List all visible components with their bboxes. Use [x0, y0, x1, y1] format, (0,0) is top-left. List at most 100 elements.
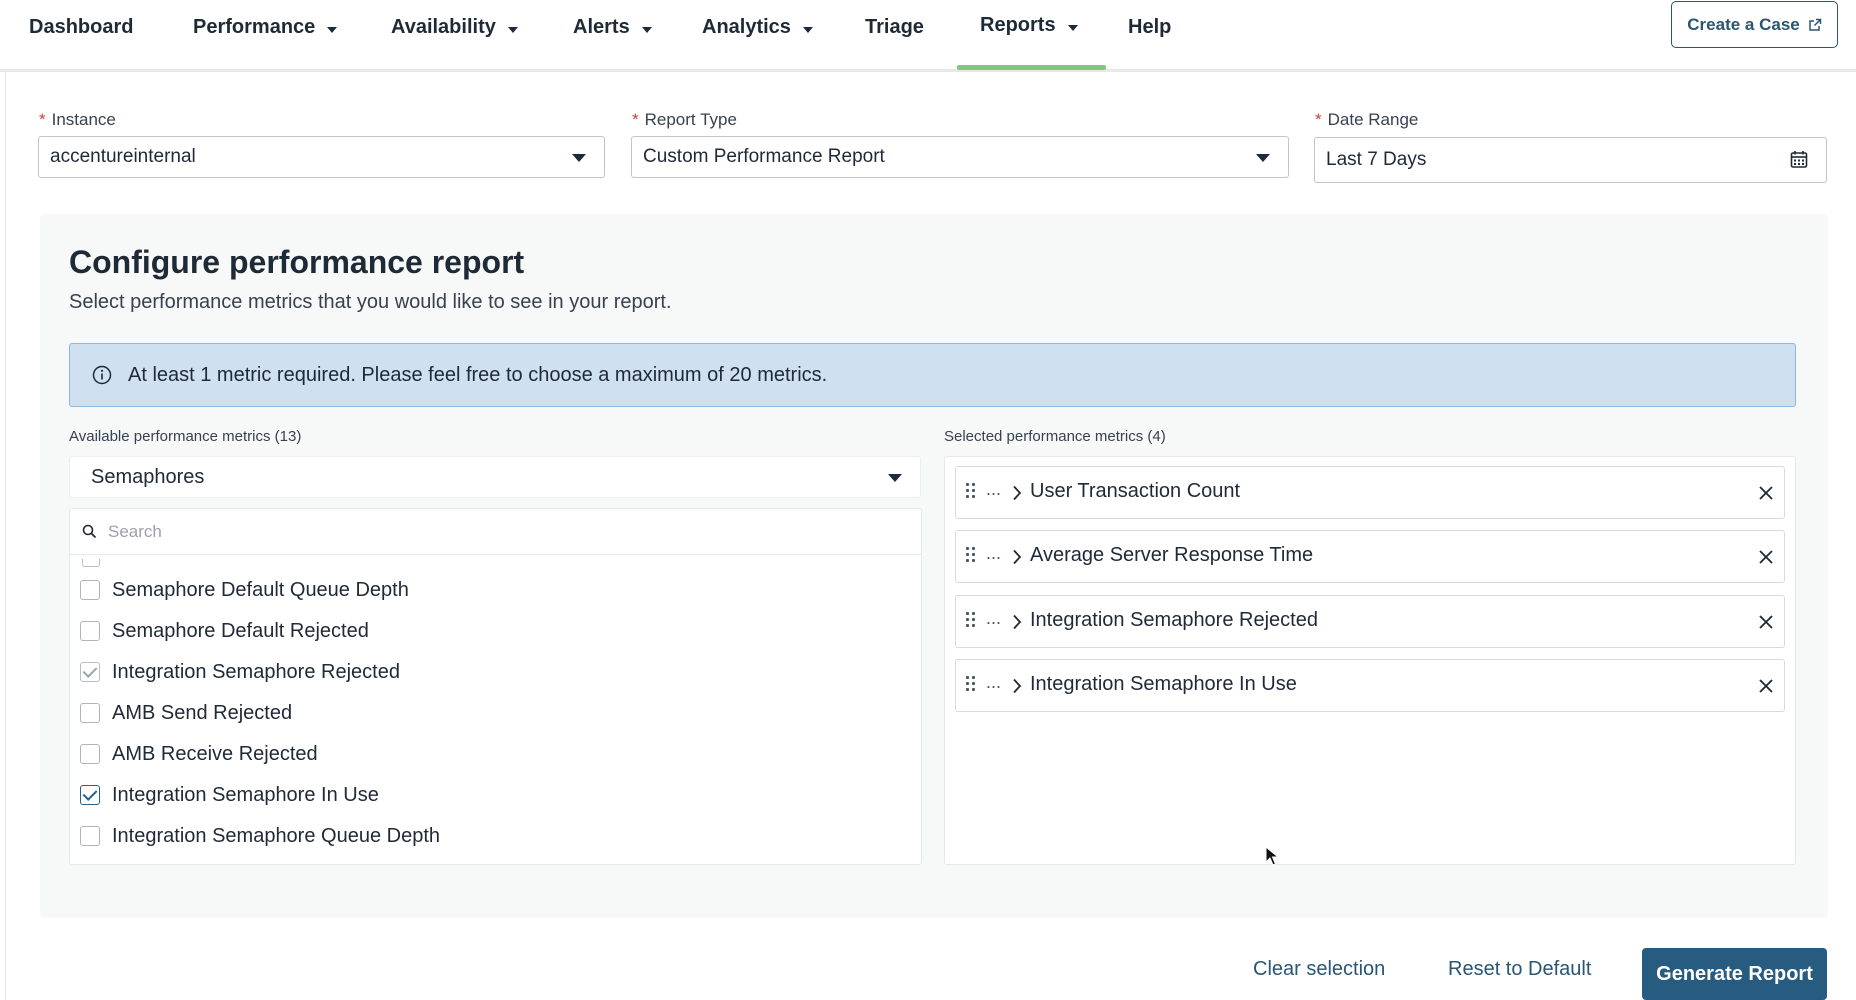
close-icon[interactable]	[1754, 674, 1778, 698]
metric-row[interactable]: Semaphore Default Queue Depth	[70, 572, 921, 608]
drag-handle-icon[interactable]	[966, 483, 976, 501]
available-metrics-list[interactable]: Semaphore Default Queue Depth Semaphore …	[69, 508, 922, 865]
metric-category-select[interactable]: Semaphores	[69, 456, 921, 498]
selected-metric-label: Integration Semaphore Rejected	[1030, 609, 1318, 631]
nav-triage[interactable]: Triage	[865, 0, 924, 54]
ellipsis-icon[interactable]: ...	[986, 479, 1001, 500]
checkbox[interactable]	[80, 621, 100, 641]
create-case-button[interactable]: Create a Case	[1671, 1, 1838, 48]
metric-row[interactable]: AMB Send Rejected	[70, 695, 921, 731]
date-range-label: * Date Range	[1315, 110, 1418, 130]
create-case-label: Create a Case	[1687, 14, 1800, 34]
metric-row[interactable]: Integration Semaphore Queue Depth	[70, 818, 921, 854]
metric-row[interactable]: AMB Receive Rejected	[70, 736, 921, 772]
checkbox[interactable]	[80, 826, 100, 846]
checkbox-checked[interactable]	[80, 662, 100, 682]
selected-metric-item[interactable]: ... User Transaction Count	[955, 466, 1785, 519]
instance-label: * Instance	[39, 110, 116, 130]
drag-handle-icon[interactable]	[966, 676, 976, 694]
drag-handle-icon[interactable]	[966, 612, 976, 630]
reset-to-default-button[interactable]: Reset to Default	[1448, 958, 1591, 981]
caret-down-icon	[641, 27, 652, 33]
required-marker: *	[39, 110, 46, 129]
nav-performance[interactable]: Performance	[193, 0, 338, 54]
nav-help-label: Help	[1128, 15, 1172, 38]
instance-select[interactable]: accentureinternal	[38, 136, 605, 178]
instance-label-text: Instance	[51, 110, 116, 129]
chevron-right-icon[interactable]	[1012, 614, 1022, 630]
nav-analytics[interactable]: Analytics	[702, 0, 813, 54]
panel-title: Configure performance report	[69, 244, 525, 280]
close-icon[interactable]	[1754, 545, 1778, 569]
metric-label: AMB Send Rejected	[112, 701, 293, 724]
close-icon[interactable]	[1754, 481, 1778, 505]
ellipsis-icon[interactable]: ...	[986, 543, 1001, 564]
nav-availability-label: Availability	[391, 15, 496, 38]
date-range-picker[interactable]: Last 7 Days	[1314, 137, 1827, 183]
search-row	[70, 509, 921, 555]
info-banner: At least 1 metric required. Please feel …	[69, 343, 1796, 407]
metric-label: Semaphore Default Rejected	[112, 619, 369, 642]
close-icon[interactable]	[1754, 610, 1778, 634]
nav-performance-label: Performance	[193, 15, 316, 38]
selected-metrics-list: ... User Transaction Count ... Average S…	[944, 456, 1796, 865]
selected-metric-label: Average Server Response Time	[1030, 544, 1314, 566]
chevron-right-icon[interactable]	[1012, 549, 1022, 565]
selected-metrics-label: Selected performance metrics (4)	[944, 428, 1166, 445]
checkbox-partial	[82, 559, 100, 567]
nav-help[interactable]: Help	[1128, 0, 1171, 54]
selected-metric-item[interactable]: ... Average Server Response Time	[955, 530, 1785, 583]
search-icon	[82, 524, 97, 539]
caret-down-icon	[1067, 25, 1078, 31]
generate-report-label: Generate Report	[1656, 962, 1813, 985]
info-icon	[92, 365, 112, 385]
nav-reports[interactable]: Reports	[980, 0, 1078, 52]
nav-alerts-label: Alerts	[573, 15, 630, 38]
calendar-icon[interactable]	[1790, 150, 1808, 169]
metric-row[interactable]: Integration Semaphore Rejected	[70, 654, 921, 690]
date-range-label-text: Date Range	[1327, 110, 1419, 129]
nav-triage-label: Triage	[865, 15, 924, 38]
nav-analytics-label: Analytics	[702, 15, 791, 38]
caret-down-icon	[1256, 154, 1270, 162]
nav-reports-label: Reports	[980, 13, 1056, 36]
caret-down-icon	[802, 27, 813, 33]
nav-availability[interactable]: Availability	[391, 0, 518, 54]
checkbox[interactable]	[80, 744, 100, 764]
checkbox-checked[interactable]	[80, 785, 100, 805]
ellipsis-icon[interactable]: ...	[986, 608, 1001, 629]
selected-metric-item[interactable]: ... Integration Semaphore In Use	[955, 659, 1785, 712]
selected-metric-label: User Transaction Count	[1030, 480, 1241, 502]
generate-report-button[interactable]: Generate Report	[1642, 948, 1827, 1000]
available-metrics-label: Available performance metrics (13)	[69, 428, 302, 445]
report-type-select[interactable]: Custom Performance Report	[631, 136, 1289, 178]
nav-dashboard-label: Dashboard	[29, 15, 134, 38]
mouse-cursor-icon	[1265, 846, 1279, 866]
checkbox[interactable]	[80, 703, 100, 723]
checkbox[interactable]	[80, 580, 100, 600]
top-navigation: Dashboard Performance Availability Alert…	[0, 0, 1856, 72]
metric-row[interactable]: Integration Semaphore In Use	[70, 777, 921, 813]
report-type-label-text: Report Type	[644, 110, 737, 129]
caret-down-icon	[888, 474, 902, 482]
metric-category-value: Semaphores	[91, 465, 205, 488]
nav-dashboard[interactable]: Dashboard	[29, 0, 133, 54]
caret-down-icon	[572, 154, 586, 162]
clear-selection-button[interactable]: Clear selection	[1253, 958, 1385, 981]
metric-label: Integration Semaphore In Use	[112, 783, 379, 806]
panel-subtitle: Select performance metrics that you woul…	[69, 291, 672, 313]
required-marker: *	[632, 110, 639, 129]
metric-label: Semaphore Default Queue Depth	[112, 578, 409, 601]
metric-label: Integration Semaphore Queue Depth	[112, 824, 440, 847]
caret-down-icon	[507, 27, 518, 33]
selected-metric-item[interactable]: ... Integration Semaphore Rejected	[955, 595, 1785, 648]
search-input[interactable]	[108, 521, 708, 542]
ellipsis-icon[interactable]: ...	[986, 672, 1001, 693]
chevron-right-icon[interactable]	[1012, 485, 1022, 501]
report-type-label: * Report Type	[632, 110, 737, 130]
drag-handle-icon[interactable]	[966, 547, 976, 565]
chevron-right-icon[interactable]	[1012, 678, 1022, 694]
nav-alerts[interactable]: Alerts	[573, 0, 652, 54]
metric-row[interactable]: Semaphore Default Rejected	[70, 613, 921, 649]
instance-value: accentureinternal	[50, 146, 196, 167]
